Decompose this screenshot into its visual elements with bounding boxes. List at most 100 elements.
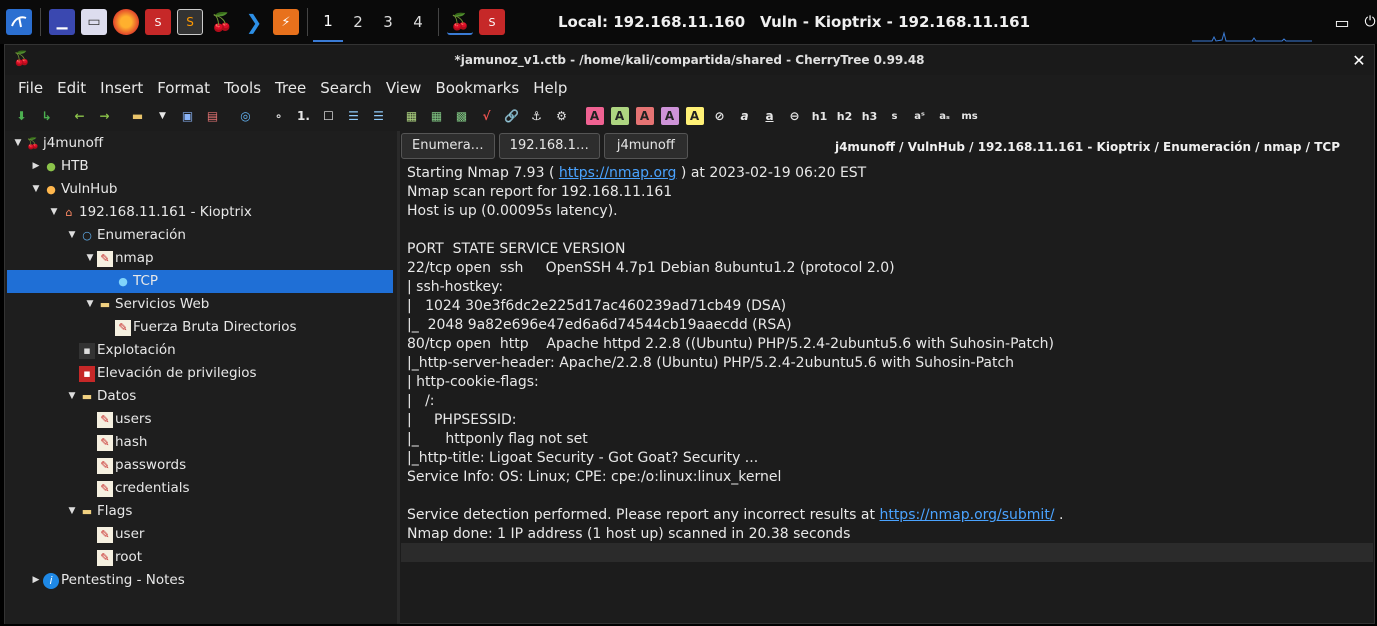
- collapsed-arrow-icon[interactable]: ▶: [29, 569, 43, 592]
- subscript-icon[interactable]: aₛ: [936, 107, 954, 125]
- text-color-red-icon[interactable]: A: [635, 107, 654, 125]
- menu-insert[interactable]: Insert: [93, 79, 150, 97]
- todo-list-icon[interactable]: ☐: [320, 107, 338, 125]
- app-s-red-icon[interactable]: S: [145, 9, 171, 35]
- tree-node-datos[interactable]: ▼ ▬ Datos: [65, 385, 137, 408]
- menu-help[interactable]: Help: [526, 79, 574, 97]
- insert-latex-icon[interactable]: √: [478, 107, 496, 125]
- tree-node-users[interactable]: ✎ users: [97, 408, 151, 431]
- firefox-icon[interactable]: [113, 9, 139, 35]
- terminal-app-icon[interactable]: ▁: [49, 9, 75, 35]
- workspace-3[interactable]: 3: [373, 2, 403, 42]
- menu-edit[interactable]: Edit: [50, 79, 93, 97]
- workspace-4[interactable]: 4: [403, 2, 433, 42]
- pane-separator[interactable]: [397, 131, 400, 624]
- tree-node-servicios-web[interactable]: ▼ ▬ Servicios Web: [83, 293, 210, 316]
- dropdown-chevron-icon[interactable]: ▼: [154, 107, 172, 125]
- tree-node-user[interactable]: ✎ user: [97, 523, 144, 546]
- tree-node-explotacion[interactable]: ▪ Explotación: [79, 339, 176, 362]
- text-color-yellow-icon[interactable]: A: [685, 107, 704, 125]
- heading2-button[interactable]: h2: [836, 107, 854, 125]
- add-node-icon[interactable]: ⬇: [13, 107, 31, 125]
- clear-format-icon[interactable]: ⊘: [711, 107, 729, 125]
- tab-enumeracion[interactable]: Enumera…: [401, 133, 495, 159]
- menu-format[interactable]: Format: [150, 79, 217, 97]
- add-subnode-icon[interactable]: ↳: [38, 107, 56, 125]
- close-button[interactable]: ✕: [1348, 49, 1370, 71]
- expand-arrow-icon[interactable]: ▼: [83, 293, 97, 316]
- text-color-purple-icon[interactable]: A: [660, 107, 679, 125]
- workspace-2[interactable]: 2: [343, 2, 373, 42]
- insert-link-icon[interactable]: 🔗: [503, 107, 521, 125]
- insert-toc-icon[interactable]: ⚙: [553, 107, 571, 125]
- tree-node-passwords[interactable]: ✎ passwords: [97, 454, 186, 477]
- expand-arrow-icon[interactable]: ▼: [11, 132, 25, 155]
- go-forward-icon[interactable]: →: [96, 107, 114, 125]
- save-icon[interactable]: ▣: [179, 107, 197, 125]
- text-color-fg-icon[interactable]: A: [585, 107, 604, 125]
- tree-node-kioptrix[interactable]: ▼ ⌂ 192.168.11.161 - Kioptrix: [47, 201, 252, 224]
- nmap-link[interactable]: https://nmap.org: [559, 165, 677, 181]
- insert-table-icon[interactable]: ▦: [428, 107, 446, 125]
- menu-bookmarks[interactable]: Bookmarks: [428, 79, 526, 97]
- export-icon[interactable]: ▤: [204, 107, 222, 125]
- display-icon[interactable]: ▭: [1329, 9, 1355, 35]
- insert-image-icon[interactable]: ▦: [403, 107, 421, 125]
- tree-node-enumeracion[interactable]: ▼ ○ Enumeración: [65, 224, 186, 247]
- insert-codebox-icon[interactable]: ▩: [453, 107, 471, 125]
- insert-anchor-icon[interactable]: ⚓: [528, 107, 546, 125]
- expand-arrow-icon[interactable]: ▼: [47, 201, 61, 224]
- tree-node-vulnhub[interactable]: ▼ ● VulnHub: [29, 178, 118, 201]
- app-s-dark-icon[interactable]: S: [177, 9, 203, 35]
- find-icon[interactable]: ◎: [237, 107, 255, 125]
- workspace-1[interactable]: 1: [313, 2, 343, 42]
- indent-icon[interactable]: ☰: [345, 107, 363, 125]
- menu-tools[interactable]: Tools: [217, 79, 268, 97]
- tree-node-fuerza-bruta[interactable]: ✎ Fuerza Bruta Directorios: [115, 316, 297, 339]
- nmap-submit-link[interactable]: https://nmap.org/submit/: [879, 507, 1054, 523]
- bulleted-list-icon[interactable]: ∘: [270, 107, 288, 125]
- tab-j4munoff[interactable]: j4munoff: [603, 133, 688, 159]
- text-editor[interactable]: Starting Nmap 7.93 ( https://nmap.org ) …: [401, 161, 1373, 623]
- tree-node-nmap[interactable]: ▼ ✎ nmap: [83, 247, 154, 270]
- files-app-icon[interactable]: ▭: [81, 9, 107, 35]
- menu-search[interactable]: Search: [313, 79, 379, 97]
- power-icon[interactable]: ⏻: [1357, 9, 1377, 35]
- expand-arrow-icon[interactable]: ▼: [65, 500, 79, 523]
- burpsuite-icon[interactable]: ⚡: [273, 9, 299, 35]
- monospace-button[interactable]: ms: [961, 107, 979, 125]
- app-task-icon[interactable]: S: [479, 9, 505, 35]
- cherrytree-task-icon[interactable]: 🍒: [447, 9, 473, 35]
- menu-view[interactable]: View: [379, 79, 429, 97]
- tree-node-elevacion[interactable]: ▪ Elevación de privilegios: [79, 362, 257, 385]
- heading3-button[interactable]: h3: [861, 107, 879, 125]
- strikethrough-icon[interactable]: ⊖: [786, 107, 804, 125]
- menu-tree[interactable]: Tree: [268, 79, 313, 97]
- tree-node-j4munoff[interactable]: ▼ 🍒 j4munoff: [11, 132, 104, 155]
- expand-arrow-icon[interactable]: ▼: [83, 247, 97, 270]
- go-back-icon[interactable]: ←: [71, 107, 89, 125]
- tree-node-tcp[interactable]: ● TCP: [7, 270, 393, 293]
- tree-node-pentesting-notes[interactable]: ▶ i Pentesting - Notes: [29, 569, 185, 592]
- tree-node-htb[interactable]: ▶ ● HTB: [29, 155, 89, 178]
- vscode-icon[interactable]: ❯: [241, 9, 267, 35]
- kali-menu-icon[interactable]: [6, 9, 32, 35]
- numbered-list-icon[interactable]: 1.: [295, 107, 313, 125]
- heading1-button[interactable]: h1: [811, 107, 829, 125]
- open-folder-icon[interactable]: ▬: [129, 107, 147, 125]
- tree-node-hash[interactable]: ✎ hash: [97, 431, 147, 454]
- menu-file[interactable]: File: [11, 79, 50, 97]
- expand-arrow-icon[interactable]: ▼: [65, 385, 79, 408]
- expand-arrow-icon[interactable]: ▼: [29, 178, 43, 201]
- underline-icon[interactable]: a: [761, 107, 779, 125]
- collapsed-arrow-icon[interactable]: ▶: [29, 155, 43, 178]
- cherrytree-icon[interactable]: 🍒: [209, 9, 235, 35]
- expand-arrow-icon[interactable]: ▼: [65, 224, 79, 247]
- tree-node-flags[interactable]: ▼ ▬ Flags: [65, 500, 133, 523]
- tab-kioptrix[interactable]: 192.168.1…: [498, 133, 600, 159]
- tree-node-root[interactable]: ✎ root: [97, 546, 142, 569]
- small-button[interactable]: s: [886, 107, 904, 125]
- tree-node-credentials[interactable]: ✎ credentials: [97, 477, 190, 500]
- superscript-icon[interactable]: aˢ: [911, 107, 929, 125]
- italic-icon[interactable]: a: [736, 107, 754, 125]
